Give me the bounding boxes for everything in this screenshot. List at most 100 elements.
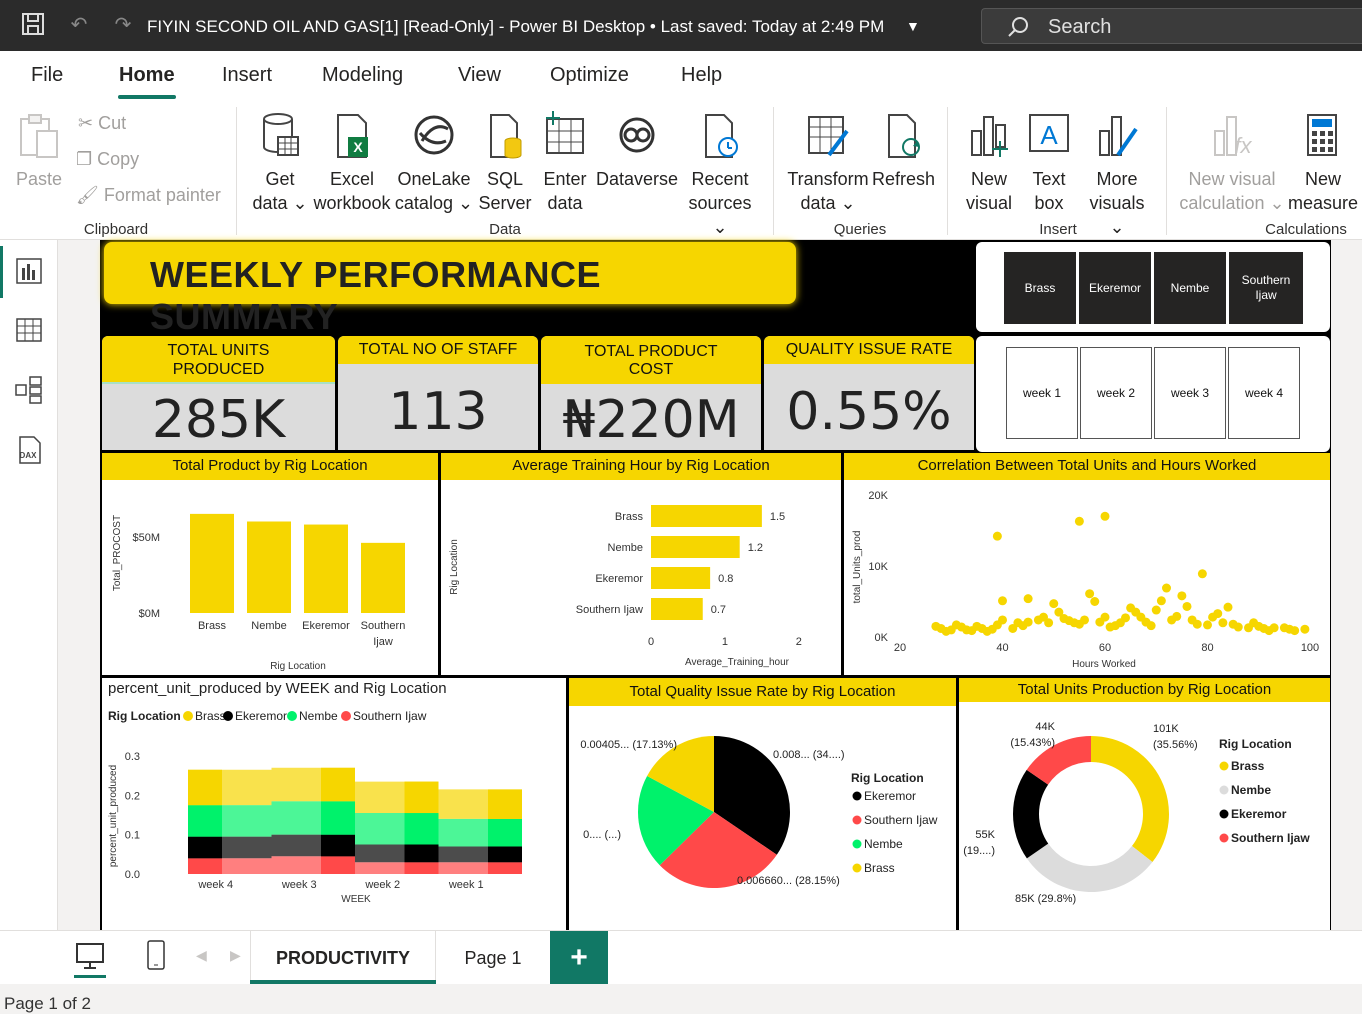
column-segment: [404, 844, 439, 863]
tab-view[interactable]: View: [458, 64, 501, 87]
bar: [651, 505, 762, 527]
window-title: FIYIN SECOND OIL AND GAS[1] [Read-Only] …: [147, 17, 885, 36]
ribbon: Paste ✂ Cut ❐ Copy 🖌 Format painter Clip…: [0, 101, 1362, 240]
scatter-point: [1146, 621, 1156, 631]
refresh-icon: [888, 114, 920, 158]
undo-icon[interactable]: ↶: [66, 12, 92, 38]
legend-label: Nembe: [299, 709, 338, 723]
new-measure-button[interactable]: New measure: [1288, 111, 1358, 215]
paste-button[interactable]: Paste: [16, 111, 62, 191]
chart-percent-unit-produced: percent_unit_produced by WEEK and Rig Lo…: [102, 678, 566, 930]
legend-marker: [852, 791, 862, 801]
dataverse-button[interactable]: Dataverse: [596, 111, 678, 191]
report-page: WEEKLY PERFORMANCE SUMMARY Brass Ekeremo…: [100, 240, 1331, 930]
more-visuals-button[interactable]: More visuals ⌄: [1080, 111, 1154, 239]
enter-data-label-2: data: [547, 193, 583, 213]
slicer-option-week-2[interactable]: week 2: [1080, 347, 1152, 439]
slicer-option-southern-ijaw[interactable]: Southern Ijaw: [1229, 252, 1303, 324]
ribbon-separator: [236, 107, 237, 235]
bar: [190, 513, 234, 613]
slicer-option-ekeremor[interactable]: Ekeremor: [1079, 252, 1151, 324]
scatter-point: [1172, 611, 1182, 621]
data-label: 0.8: [718, 573, 733, 585]
desktop-layout-icon[interactable]: [74, 941, 106, 971]
page-tab-label: Page 1: [464, 947, 522, 968]
format-painter-label: Format painter: [103, 185, 221, 205]
legend-marker: [1219, 761, 1229, 771]
scatter-point: [1074, 516, 1084, 526]
new-visual-button[interactable]: New visual: [962, 111, 1016, 215]
add-page-button[interactable]: +: [550, 931, 608, 985]
copy-button[interactable]: ❐ Copy: [76, 149, 139, 170]
legend-label: Nembe: [1231, 783, 1271, 797]
report-title-banner: WEEKLY PERFORMANCE SUMMARY: [104, 242, 796, 337]
tab-help[interactable]: Help: [681, 64, 722, 87]
tab-file[interactable]: File: [31, 64, 63, 87]
report-view-icon[interactable]: [14, 256, 44, 286]
chevron-down-icon[interactable]: ▼: [906, 18, 920, 34]
mobile-layout-icon[interactable]: [145, 939, 167, 971]
search-input[interactable]: Search: [981, 8, 1362, 44]
visual-calc-icon: fx: [1214, 116, 1253, 158]
menu-bar: File Home Insert Modeling View Optimize …: [0, 51, 1362, 101]
table-view-icon[interactable]: [14, 315, 44, 345]
format-painter-button[interactable]: 🖌 Format painter: [76, 185, 221, 206]
tab-home[interactable]: Home: [119, 64, 175, 87]
scroll-left-icon[interactable]: ◀: [196, 947, 207, 964]
onelake-catalog-button[interactable]: OneLake catalog ⌄: [394, 111, 474, 215]
refresh-button[interactable]: Refresh: [872, 111, 935, 191]
x-axis-label: Rig Location: [270, 661, 326, 672]
sql-label-1: SQL: [486, 169, 524, 189]
text-box-button[interactable]: A Text box: [1022, 111, 1076, 215]
kpi-label: TOTAL NO OF STAFF: [338, 336, 538, 364]
scatter-point: [1023, 617, 1033, 627]
transform-label-1: Transform: [787, 169, 869, 189]
slicer-option-week-4[interactable]: week 4: [1228, 347, 1300, 439]
table-plus-icon: [546, 111, 584, 154]
slicer-option-week-1[interactable]: week 1: [1006, 347, 1078, 439]
scroll-right-icon[interactable]: ▶: [230, 947, 241, 964]
get-data-label-1: Get: [265, 169, 295, 189]
save-icon[interactable]: [20, 12, 46, 38]
dax-query-view-icon[interactable]: DAX: [14, 435, 44, 465]
scatter-point: [1044, 618, 1054, 628]
scatter-point: [1162, 583, 1171, 593]
cut-button[interactable]: ✂ Cut: [78, 113, 126, 134]
slicer-option-nembe[interactable]: Nembe: [1154, 252, 1226, 324]
transform-data-button[interactable]: Transform data ⌄: [786, 111, 870, 215]
x-tick-label: 40: [996, 642, 1008, 654]
excel-workbook-button[interactable]: X Excel workbook: [312, 111, 392, 215]
y-tick-label: 20K: [868, 490, 888, 502]
page-tab-page-1[interactable]: Page 1: [436, 931, 550, 985]
title-bar: ↶ ↷ FIYIN SECOND OIL AND GAS[1] [Read-On…: [0, 0, 1362, 51]
slicer-option-week-3[interactable]: week 3: [1154, 347, 1226, 439]
more-visuals-label-1: More: [1096, 169, 1138, 189]
recent-sources-button[interactable]: Recent sources ⌄: [680, 111, 760, 239]
column-segment: [321, 801, 355, 835]
tab-modeling[interactable]: Modeling: [322, 64, 403, 87]
kpi-label: QUALITY ISSUE RATE: [764, 336, 974, 364]
data-label: 1.2: [748, 542, 763, 554]
kpi-label: TOTAL PRODUCT COST: [541, 336, 761, 384]
scatter-point: [1203, 620, 1212, 630]
visual-calc-label-1: New visual: [1188, 169, 1276, 189]
get-data-button[interactable]: Get data ⌄: [250, 111, 310, 215]
new-visual-calculation-button[interactable]: fx New visual calculation ⌄: [1176, 111, 1288, 215]
model-view-icon[interactable]: [14, 375, 44, 405]
redo-icon[interactable]: ↷: [110, 12, 136, 38]
group-insert: Insert: [1039, 221, 1077, 238]
chart-avg-training-hour: Average Training Hour by Rig Location Br…: [441, 453, 841, 675]
onelake-label-1: OneLake: [397, 169, 471, 189]
tab-optimize[interactable]: Optimize: [550, 64, 629, 87]
page-tab-productivity[interactable]: PRODUCTIVITY: [250, 931, 436, 985]
sql-server-button[interactable]: SQL Server: [476, 111, 534, 215]
search-label: Search: [1048, 16, 1112, 38]
bar: [651, 598, 703, 620]
enter-data-button[interactable]: Enter data: [538, 111, 592, 215]
excel-icon: X: [337, 114, 368, 158]
tab-insert[interactable]: Insert: [222, 64, 272, 87]
dataverse-label: Dataverse: [596, 169, 679, 189]
group-data: Data: [489, 221, 521, 238]
column-segment: [188, 836, 222, 859]
slicer-option-brass[interactable]: Brass: [1004, 252, 1076, 324]
